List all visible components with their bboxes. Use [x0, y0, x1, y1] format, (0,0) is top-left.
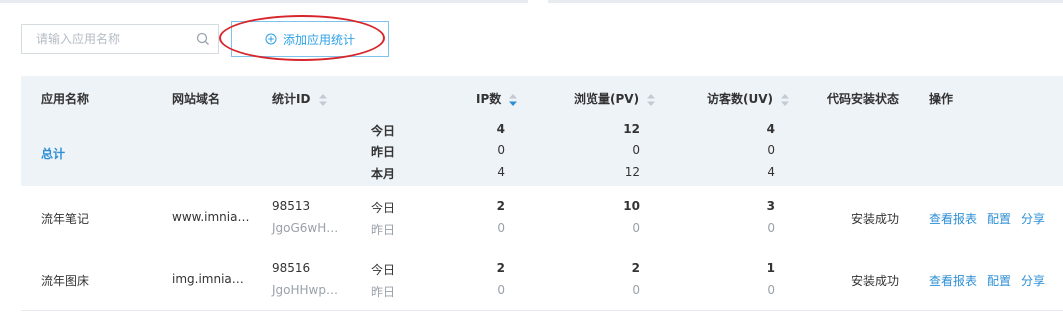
- row-stat-id: 98513: [272, 199, 311, 213]
- search-icon[interactable]: [196, 32, 210, 46]
- total-period-yesterday: 昨日: [371, 145, 396, 159]
- add-app-button[interactable]: 添加应用统计: [231, 21, 389, 57]
- row-code: JgoG6wH…: [272, 221, 339, 235]
- total-pv-yesterday: 0: [632, 143, 640, 157]
- row-app-name: 流年图床: [41, 274, 90, 288]
- row-period-yesterday: 昨日: [371, 223, 396, 237]
- total-uv-month: 4: [767, 165, 775, 179]
- total-label: 总计: [41, 147, 66, 161]
- sort-desc-icon[interactable]: [509, 93, 518, 106]
- row-period-today: 今日: [371, 201, 396, 215]
- row-period-today: 今日: [371, 263, 396, 277]
- row-app-name: 流年笔记: [41, 212, 90, 226]
- total-pv-month: 12: [624, 165, 640, 179]
- add-app-button-label: 添加应用统计: [282, 32, 355, 47]
- stats-table: 应用名称 网站域名 统计ID IP数 浏览量(PV) 访客数(UV) 代码安装状…: [21, 76, 1063, 311]
- row-stat-id: 98516: [272, 261, 311, 275]
- search-box: [21, 24, 219, 54]
- row-uv-yesterday: 0: [767, 283, 775, 297]
- total-period-month: 本月: [371, 167, 396, 181]
- sort-icon[interactable]: [647, 93, 656, 106]
- top-divider-right: [548, 0, 1063, 3]
- total-uv-today: 4: [766, 122, 775, 136]
- top-divider-left: [0, 0, 528, 3]
- col-stat-id[interactable]: 统计ID: [272, 90, 327, 107]
- col-app-name: 应用名称: [41, 92, 90, 106]
- view-report-link[interactable]: 查看报表: [929, 272, 977, 289]
- share-link[interactable]: 分享: [1021, 272, 1045, 289]
- plus-circle-icon: [265, 33, 277, 45]
- row-ip-today: 2: [496, 261, 505, 275]
- col-actions: 操作: [929, 92, 954, 106]
- table-row: 流年图床 img.imnia… 98516 JgoHHwp… 今日 昨日 2 0…: [21, 248, 1063, 311]
- row-pv-today: 10: [623, 199, 640, 213]
- row-pv-yesterday: 0: [632, 283, 640, 297]
- total-pv-today: 12: [623, 122, 640, 136]
- row-code: JgoHHwp…: [272, 283, 338, 297]
- col-domain: 网站域名: [172, 92, 221, 106]
- total-period-today: 今日: [371, 124, 396, 138]
- col-ip[interactable]: IP数: [476, 90, 518, 107]
- row-uv-today: 3: [766, 199, 775, 213]
- row-pv-yesterday: 0: [632, 221, 640, 235]
- row-ip-today: 2: [496, 199, 505, 213]
- col-uv-label: 访客数(UV): [707, 92, 774, 106]
- row-uv-today: 1: [766, 261, 775, 275]
- row-domain: img.imnia…: [172, 272, 244, 286]
- col-pv[interactable]: 浏览量(PV): [574, 90, 656, 107]
- table-row: 流年笔记 www.imnia… 98513 JgoG6wH… 今日 昨日 2 0…: [21, 186, 1063, 249]
- total-ip-month: 4: [497, 165, 505, 179]
- col-ip-label: IP数: [476, 92, 502, 106]
- col-pv-label: 浏览量(PV): [574, 92, 640, 106]
- config-link[interactable]: 配置: [987, 210, 1011, 227]
- col-status: 代码安装状态: [827, 92, 900, 106]
- share-link[interactable]: 分享: [1021, 210, 1045, 227]
- total-ip-today: 4: [496, 122, 505, 136]
- row-period-yesterday: 昨日: [371, 285, 396, 299]
- sort-icon[interactable]: [781, 93, 790, 106]
- row-pv-today: 2: [631, 261, 640, 275]
- view-report-link[interactable]: 查看报表: [929, 210, 977, 227]
- total-ip-yesterday: 0: [497, 143, 505, 157]
- row-ip-yesterday: 0: [497, 283, 505, 297]
- row-status: 安装成功: [851, 274, 900, 288]
- config-link[interactable]: 配置: [987, 272, 1011, 289]
- total-uv-yesterday: 0: [767, 143, 775, 157]
- row-domain: www.imnia…: [172, 210, 250, 224]
- row-status: 安装成功: [851, 212, 900, 226]
- col-stat-id-label: 统计ID: [272, 92, 311, 106]
- col-uv[interactable]: 访客数(UV): [707, 90, 790, 107]
- search-input[interactable]: [22, 25, 196, 53]
- row-uv-yesterday: 0: [767, 221, 775, 235]
- table-header: 应用名称 网站域名 统计ID IP数 浏览量(PV) 访客数(UV) 代码安装状…: [21, 76, 1063, 186]
- row-ip-yesterday: 0: [497, 221, 505, 235]
- sort-icon[interactable]: [318, 93, 327, 106]
